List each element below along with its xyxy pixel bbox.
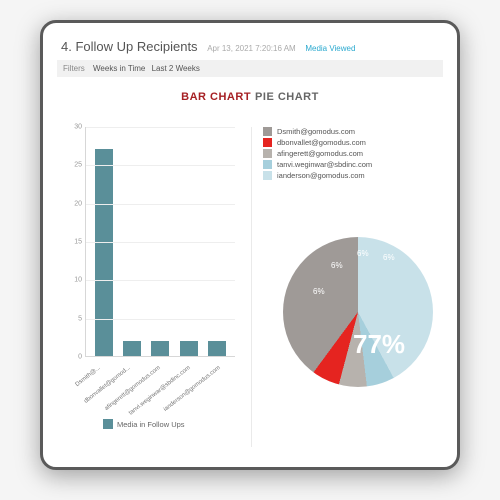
y-tick: 5 — [68, 315, 82, 322]
x-category-label: tanvi.weginwar@sbdinc.com — [128, 365, 192, 417]
grid-line — [86, 204, 235, 205]
legend-label: tanvi.weginwar@sbdinc.com — [277, 160, 372, 169]
legend-swatch — [263, 160, 272, 169]
chart-content: 051015202530 Dsmith@...dbonvallet@gomod.… — [57, 117, 443, 453]
filter-bar: Filters Weeks in Time Last 2 Weeks — [57, 60, 443, 77]
report-card: 4. Follow Up Recipients Apr 13, 2021 7:2… — [40, 20, 460, 470]
grid-line — [86, 242, 235, 243]
pie-legend-item: Dsmith@gomodus.com — [263, 127, 443, 136]
bar-chart-panel: 051015202530 Dsmith@...dbonvallet@gomod.… — [63, 127, 243, 437]
y-tick: 30 — [68, 124, 82, 131]
chart-tabs: BAR CHARTPIE CHART — [57, 91, 443, 103]
slice-label-4: 6% — [383, 253, 395, 262]
y-tick: 25 — [68, 162, 82, 169]
legend-swatch — [263, 138, 272, 147]
pie-legend-item: ianderson@gomodus.com — [263, 171, 443, 180]
report-page: 4. Follow Up Recipients Apr 13, 2021 7:2… — [57, 37, 443, 453]
filter-value[interactable]: Last 2 Weeks — [152, 64, 200, 73]
report-header: 4. Follow Up Recipients Apr 13, 2021 7:2… — [57, 37, 443, 60]
pie-legend-item: tanvi.weginwar@sbdinc.com — [263, 160, 443, 169]
slice-label-2: 6% — [331, 261, 343, 270]
pie-chart — [283, 237, 433, 387]
report-title: 4. Follow Up Recipients — [61, 39, 198, 54]
report-timestamp: Apr 13, 2021 7:20:16 AM — [207, 44, 296, 53]
grid-line — [86, 319, 235, 320]
pie-legend: Dsmith@gomodus.com dbonvallet@gomodus.com… — [263, 127, 443, 180]
x-category-label: Dsmith@... — [75, 365, 102, 388]
grid-line — [86, 280, 235, 281]
slice-label-1: 6% — [313, 287, 325, 296]
x-category-label: ianderson@gomodus.com — [163, 365, 222, 413]
pie-legend-item: dbonvallet@gomodus.com — [263, 138, 443, 147]
filters-label: Filters — [63, 64, 85, 73]
x-category-label: afingerett@gomodus.com — [104, 365, 162, 412]
bar — [180, 341, 198, 356]
legend-swatch — [263, 171, 272, 180]
pie-wrap: 77% 6% 6% 6% 6% — [283, 237, 433, 387]
pie-center-label: 77% — [353, 329, 405, 360]
pie-legend-item: afingerett@gomodus.com — [263, 149, 443, 158]
grid-line — [86, 127, 235, 128]
status-link[interactable]: Media Viewed — [305, 44, 355, 53]
tab-pie-chart[interactable]: PIE CHART — [253, 91, 321, 103]
legend-swatch — [263, 149, 272, 158]
bar-plot-area: 051015202530 — [85, 127, 235, 357]
bar — [151, 341, 169, 356]
bar-legend: Media in Follow Ups — [103, 419, 185, 429]
legend-label: dbonvallet@gomodus.com — [277, 138, 366, 147]
y-tick: 20 — [68, 200, 82, 207]
filter-field[interactable]: Weeks in Time — [93, 64, 145, 73]
slice-label-3: 6% — [357, 249, 369, 258]
y-tick: 15 — [68, 239, 82, 246]
y-tick: 10 — [68, 277, 82, 284]
bar — [95, 149, 113, 356]
tab-bar-chart[interactable]: BAR CHART — [179, 91, 253, 103]
legend-label: Dsmith@gomodus.com — [277, 127, 355, 136]
pie-chart-panel: Dsmith@gomodus.com dbonvallet@gomodus.com… — [263, 127, 443, 457]
legend-label: ianderson@gomodus.com — [277, 171, 365, 180]
bar-legend-label: Media in Follow Ups — [117, 420, 185, 429]
bar — [208, 341, 226, 356]
panel-divider — [251, 127, 252, 447]
bar-legend-swatch — [103, 419, 113, 429]
bar — [123, 341, 141, 356]
legend-label: afingerett@gomodus.com — [277, 149, 363, 158]
legend-swatch — [263, 127, 272, 136]
grid-line — [86, 165, 235, 166]
x-axis-labels: Dsmith@...dbonvallet@gomod...afingerett@… — [85, 361, 235, 417]
y-tick: 0 — [68, 354, 82, 361]
